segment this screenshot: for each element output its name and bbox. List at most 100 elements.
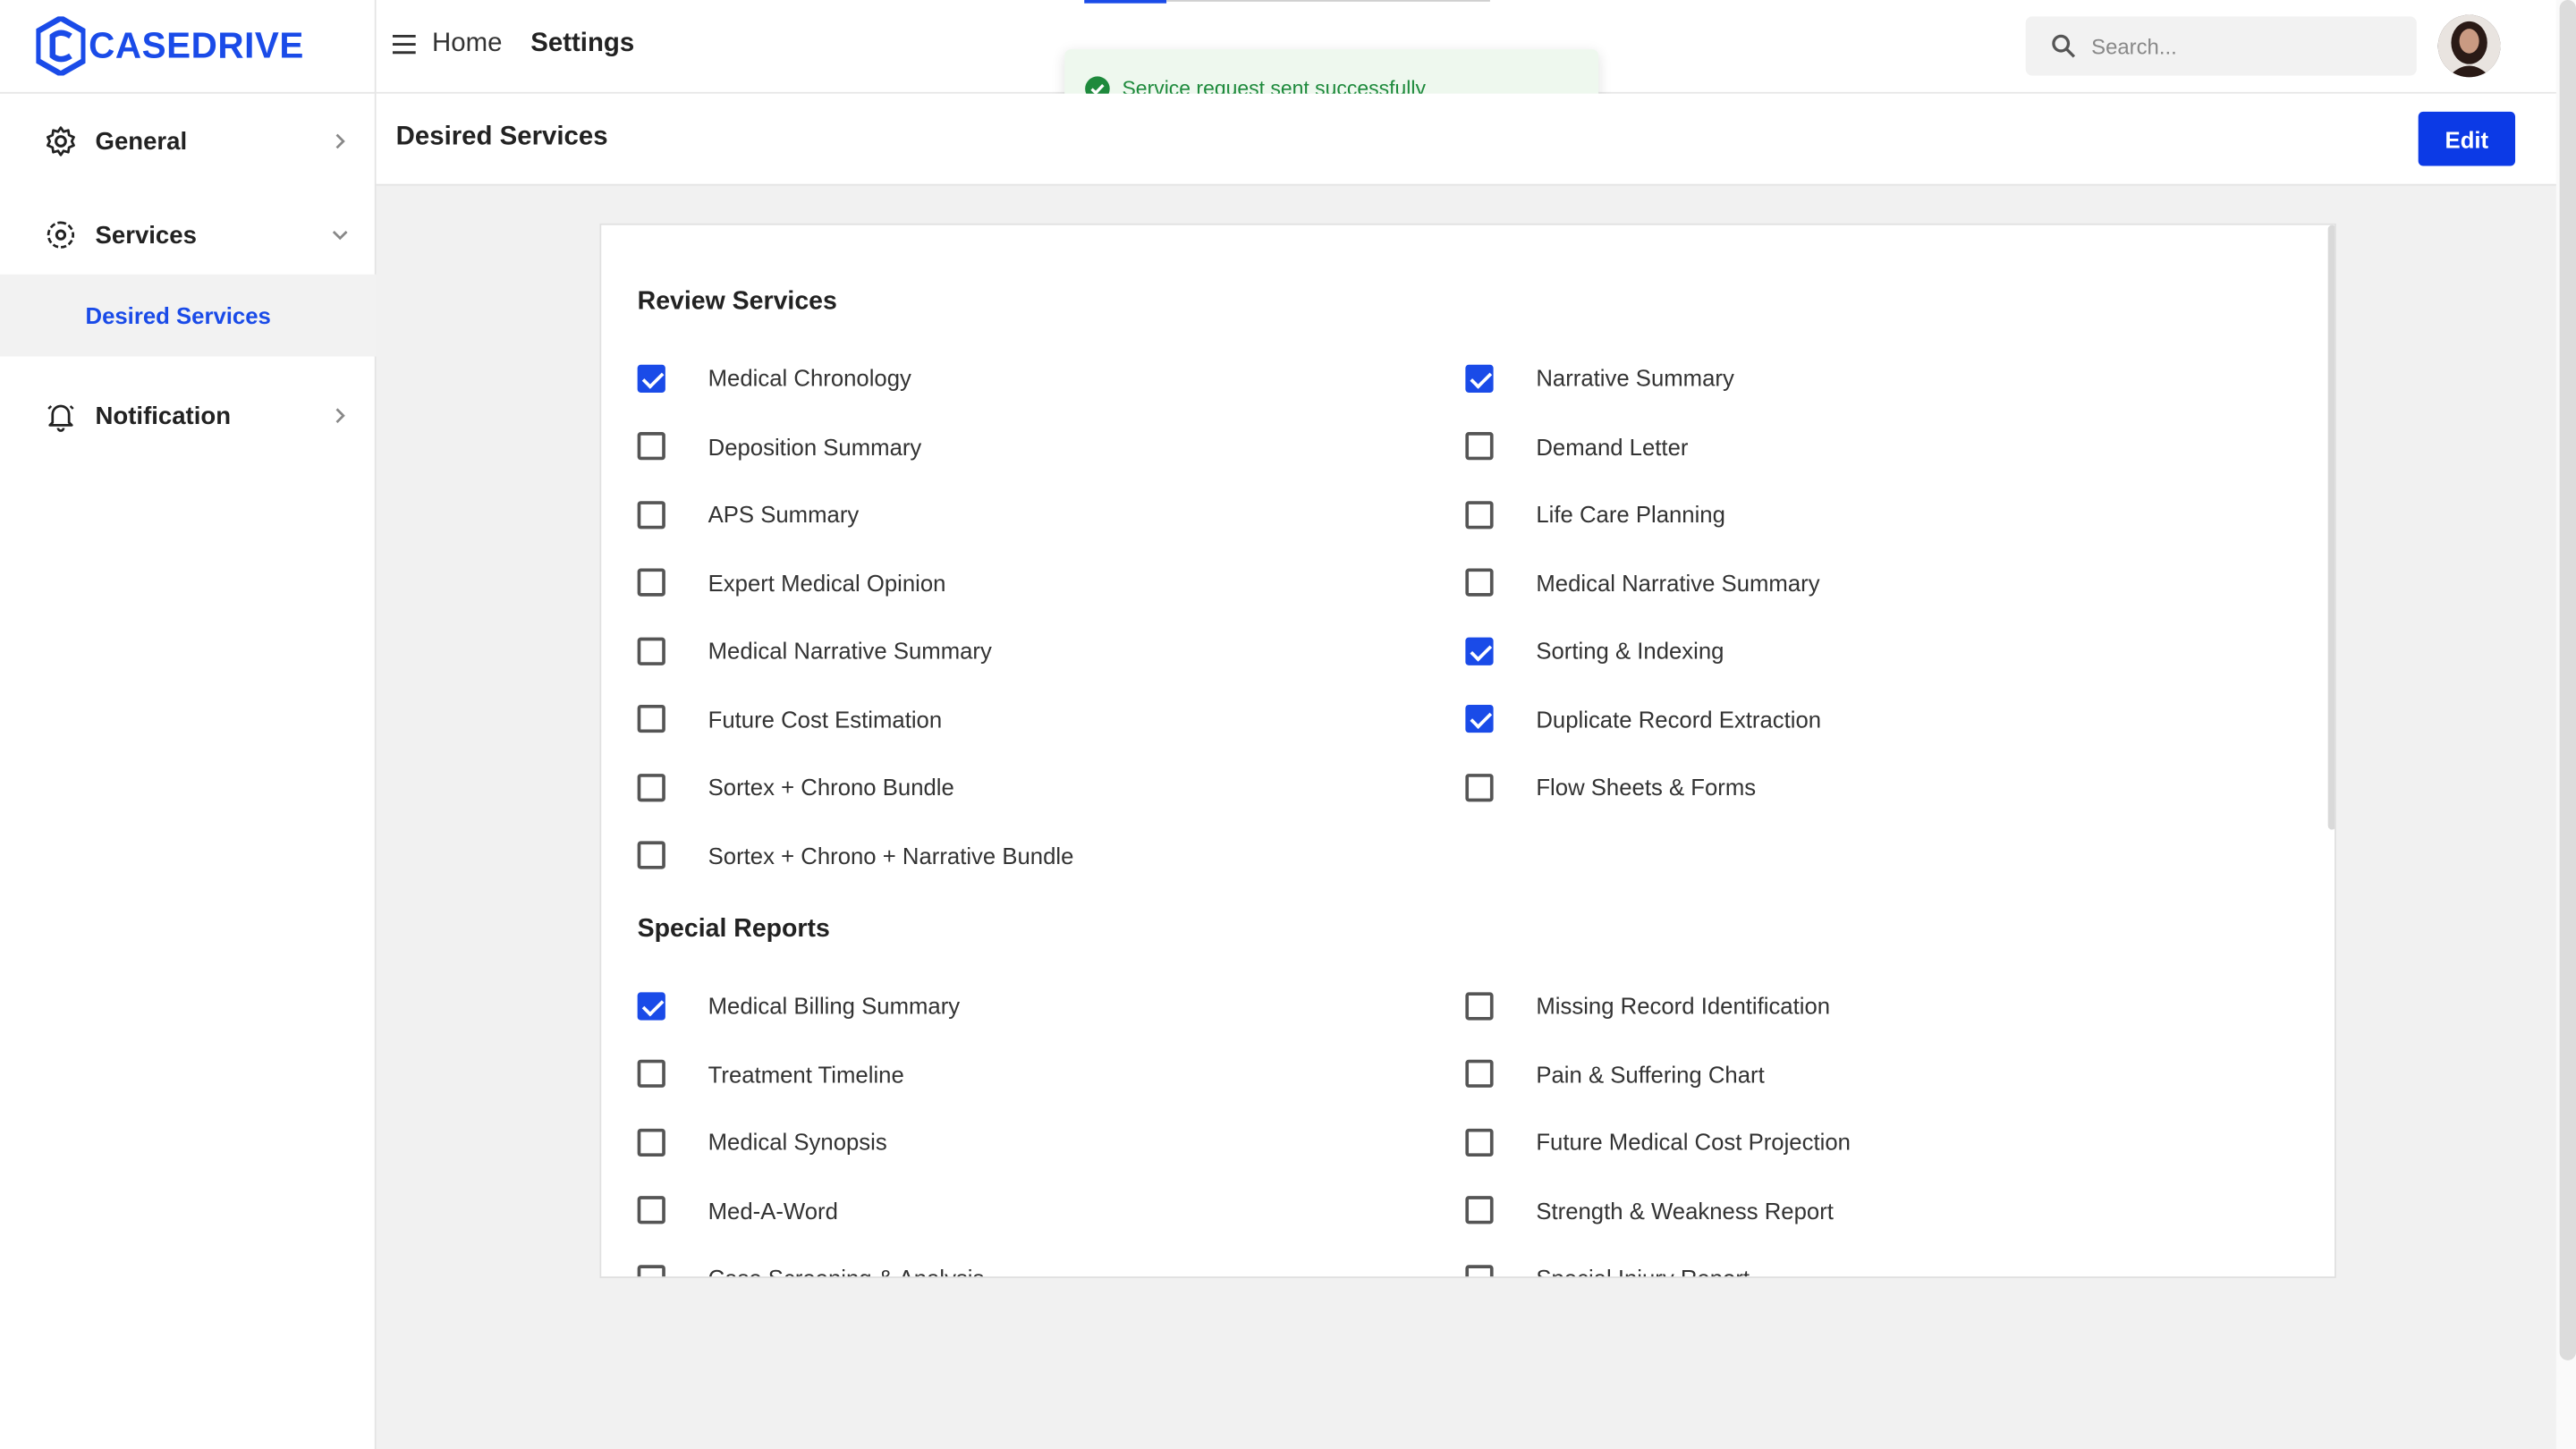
checkbox-unchecked[interactable] [637,432,665,461]
checkbox-unchecked[interactable] [1465,991,1494,1020]
service-option-label: Missing Record Identification [1536,992,1831,1019]
edit-button[interactable]: Edit [2418,111,2516,166]
sidebar-subitem-desired-services[interactable]: Desired Services [0,274,377,357]
service-option[interactable]: Special Injury Report [1465,1262,1750,1277]
checkbox-unchecked[interactable] [637,773,665,801]
checkbox-unchecked[interactable] [637,704,665,733]
service-option[interactable]: Narrative Summary [1465,361,1734,394]
service-option-label: Sorting & Indexing [1536,637,1724,665]
service-option-label: Medical Narrative Summary [708,637,992,665]
service-option[interactable]: Medical Billing Summary [637,989,960,1022]
app-root: CASEDRIVE General Services Desired Servi… [0,0,2576,1449]
service-option[interactable]: Med-A-Word [637,1193,838,1226]
service-option-label: Duplicate Record Extraction [1536,705,1822,733]
service-option[interactable]: Demand Letter [1465,429,1688,462]
checkbox-unchecked[interactable] [1465,773,1494,801]
sidebar-item-notification[interactable]: Notification [0,379,377,452]
sidebar-item-label: General [95,127,188,156]
service-option-label: Narrative Summary [1536,364,1734,392]
service-option-label: Future Cost Estimation [708,705,943,733]
service-option[interactable]: Case Screening & Analysis [637,1262,984,1277]
service-option-label: Strength & Weakness Report [1536,1197,1834,1224]
search-box[interactable] [2025,16,2417,76]
service-option[interactable]: Life Care Planning [1465,498,1725,531]
service-option[interactable]: Duplicate Record Extraction [1465,702,1821,735]
service-option[interactable]: Sortex + Chrono Bundle [637,770,954,803]
service-option[interactable]: APS Summary [637,498,859,531]
service-option-label: Expert Medical Opinion [708,569,946,596]
service-option[interactable]: Deposition Summary [637,429,921,462]
checkbox-unchecked[interactable] [1465,1059,1494,1088]
checkbox-unchecked[interactable] [637,841,665,869]
service-option-label: Treatment Timeline [708,1060,904,1087]
checkbox-unchecked[interactable] [637,1196,665,1224]
service-option-label: Flow Sheets & Forms [1536,774,1757,801]
user-avatar-icon [2437,14,2501,78]
breadcrumb-home[interactable]: Home [432,30,502,59]
service-option-label: Sortex + Chrono + Narrative Bundle [708,842,1074,869]
service-option[interactable]: Sortex + Chrono + Narrative Bundle [637,839,1073,872]
service-option[interactable]: Future Medical Cost Projection [1465,1125,1851,1158]
page-scrollbar-thumb[interactable] [2559,0,2576,1360]
breadcrumb-settings: Settings [530,30,635,58]
card-scrollbar[interactable] [2327,225,2334,830]
checkbox-checked[interactable] [1465,704,1494,733]
checkbox-unchecked[interactable] [637,1264,665,1277]
checkbox-unchecked[interactable] [1465,1196,1494,1224]
service-option-label: APS Summary [708,501,860,528]
chevron-down-icon [332,231,348,241]
service-option[interactable]: Missing Record Identification [1465,989,1830,1022]
checkbox-checked[interactable] [1465,363,1494,393]
service-option[interactable]: Flow Sheets & Forms [1465,770,1756,803]
service-option[interactable]: Sorting & Indexing [1465,634,1724,667]
service-option[interactable]: Pain & Suffering Chart [1465,1057,1765,1090]
sidebar-subitem-label: Desired Services [85,301,271,329]
service-option[interactable]: Treatment Timeline [637,1057,904,1090]
service-option-label: Medical Narrative Summary [1536,569,1820,596]
service-option-label: Life Care Planning [1536,501,1725,528]
casedrive-logo-icon [36,16,86,76]
chevron-right-icon [335,408,345,424]
page-title: Desired Services [395,123,608,151]
service-option-label: Sortex + Chrono Bundle [708,774,954,801]
sidebar-item-general[interactable]: General [0,106,377,178]
brand-logo[interactable]: CASEDRIVE [36,15,304,78]
progress-track [1166,0,1490,2]
checkbox-unchecked[interactable] [637,1059,665,1088]
service-option-label: Medical Chronology [708,364,911,392]
section-title: Special Reports [637,915,830,944]
service-option[interactable]: Medical Narrative Summary [637,634,992,667]
hamburger-menu-icon[interactable] [391,31,417,57]
checkbox-unchecked[interactable] [1465,432,1494,461]
service-option[interactable]: Medical Narrative Summary [1465,566,1820,599]
checkbox-unchecked[interactable] [637,1127,665,1157]
page-header: Desired Services Edit [376,93,2556,186]
search-input[interactable] [2091,16,2404,76]
checkbox-unchecked[interactable] [1465,1127,1494,1157]
checkbox-unchecked[interactable] [1465,500,1494,529]
checkbox-unchecked[interactable] [1465,1264,1494,1277]
checkbox-checked[interactable] [637,363,665,393]
sidebar-item-label: Notification [95,402,232,430]
service-option[interactable]: Medical Synopsis [637,1125,887,1158]
service-option-label: Medical Synopsis [708,1128,887,1156]
checkbox-unchecked[interactable] [637,568,665,597]
checkbox-checked[interactable] [1465,636,1494,665]
search-icon [2052,34,2076,58]
checkbox-checked[interactable] [637,991,665,1020]
checkbox-unchecked[interactable] [637,636,665,665]
brand-name: CASEDRIVE [89,24,304,66]
service-option[interactable]: Strength & Weakness Report [1465,1193,1834,1226]
service-option[interactable]: Expert Medical Opinion [637,566,946,599]
checkbox-unchecked[interactable] [637,500,665,529]
sidebar-item-services[interactable]: Services [0,199,377,271]
avatar[interactable] [2437,14,2501,78]
service-option[interactable]: Future Cost Estimation [637,702,942,735]
bell-icon [47,404,74,432]
progress-indicator [1084,0,1167,4]
services-card: Review Services Medical Chronology Deposit… [599,223,2336,1278]
sidebar-divider [0,91,377,94]
checkbox-unchecked[interactable] [1465,568,1494,597]
service-option-label: Special Injury Report [1536,1265,1750,1278]
service-option[interactable]: Medical Chronology [637,361,911,394]
